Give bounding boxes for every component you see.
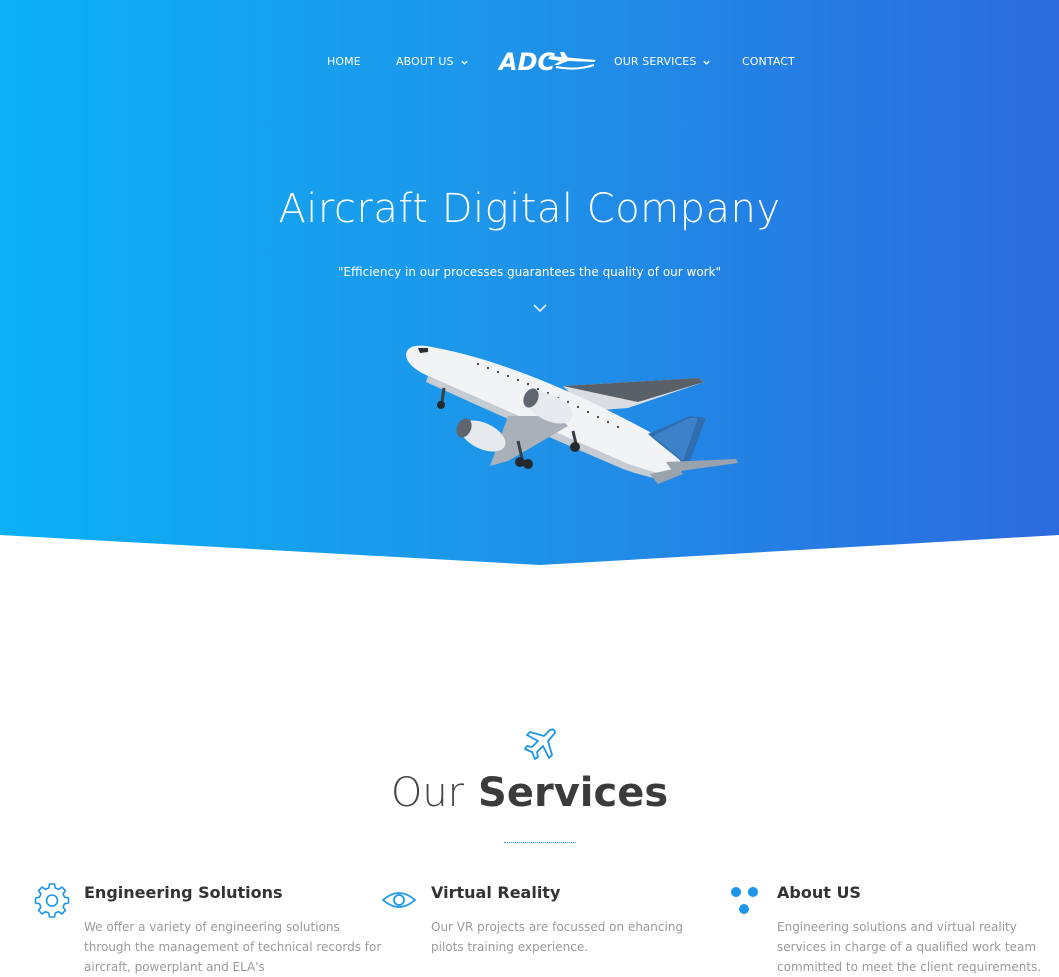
nav-about-us[interactable]: ABOUT US xyxy=(396,52,469,72)
card-text: We offer a variety of engineering soluti… xyxy=(84,920,382,974)
hero-title: Aircraft Digital Company xyxy=(278,186,781,232)
nav-our-services[interactable]: OUR SERVICES xyxy=(614,52,711,72)
eye-icon xyxy=(381,892,417,908)
airplane-image xyxy=(406,345,738,484)
nav-about-label: ABOUT US xyxy=(396,55,454,68)
scroll-down-icon[interactable] xyxy=(532,302,548,314)
nav-contact[interactable]: CONTACT xyxy=(742,52,795,72)
adc-logo-icon: ADC xyxy=(497,48,596,76)
services-title-bold: Services xyxy=(478,770,669,816)
card-title: Engineering Solutions xyxy=(84,883,283,902)
card-title: About US xyxy=(777,883,861,902)
card-text: Engineering solutions and virtual realit… xyxy=(777,920,1042,974)
nav-home[interactable]: HOME xyxy=(327,52,361,72)
airplane-icon xyxy=(524,728,556,760)
card-title: Virtual Reality xyxy=(431,883,561,902)
dots-icon xyxy=(731,887,758,914)
services-title: Our Services xyxy=(0,770,1059,816)
nav-home-label: HOME xyxy=(327,55,361,68)
adc-logo[interactable]: ADC xyxy=(497,44,598,76)
nav-contact-label: CONTACT xyxy=(742,55,795,68)
chevron-down-icon xyxy=(703,60,711,65)
service-card-about: About US Engineering solutions and virtu… xyxy=(731,880,1047,977)
logo-text: ADC xyxy=(498,48,555,76)
service-card-engineering: Engineering Solutions We offer a variety… xyxy=(34,880,384,977)
chevron-down-icon xyxy=(460,60,468,65)
hero-subtitle: "Efficiency in our processes guarantees … xyxy=(337,265,722,279)
section-divider xyxy=(504,842,576,843)
card-text: Our VR projects are focussed on ehancing… xyxy=(431,920,684,954)
gear-icon xyxy=(34,883,70,918)
nav-services-label: OUR SERVICES xyxy=(614,55,697,68)
service-card-vr: Virtual Reality Our VR projects are focu… xyxy=(381,880,701,957)
services-title-light: Our xyxy=(390,770,465,816)
